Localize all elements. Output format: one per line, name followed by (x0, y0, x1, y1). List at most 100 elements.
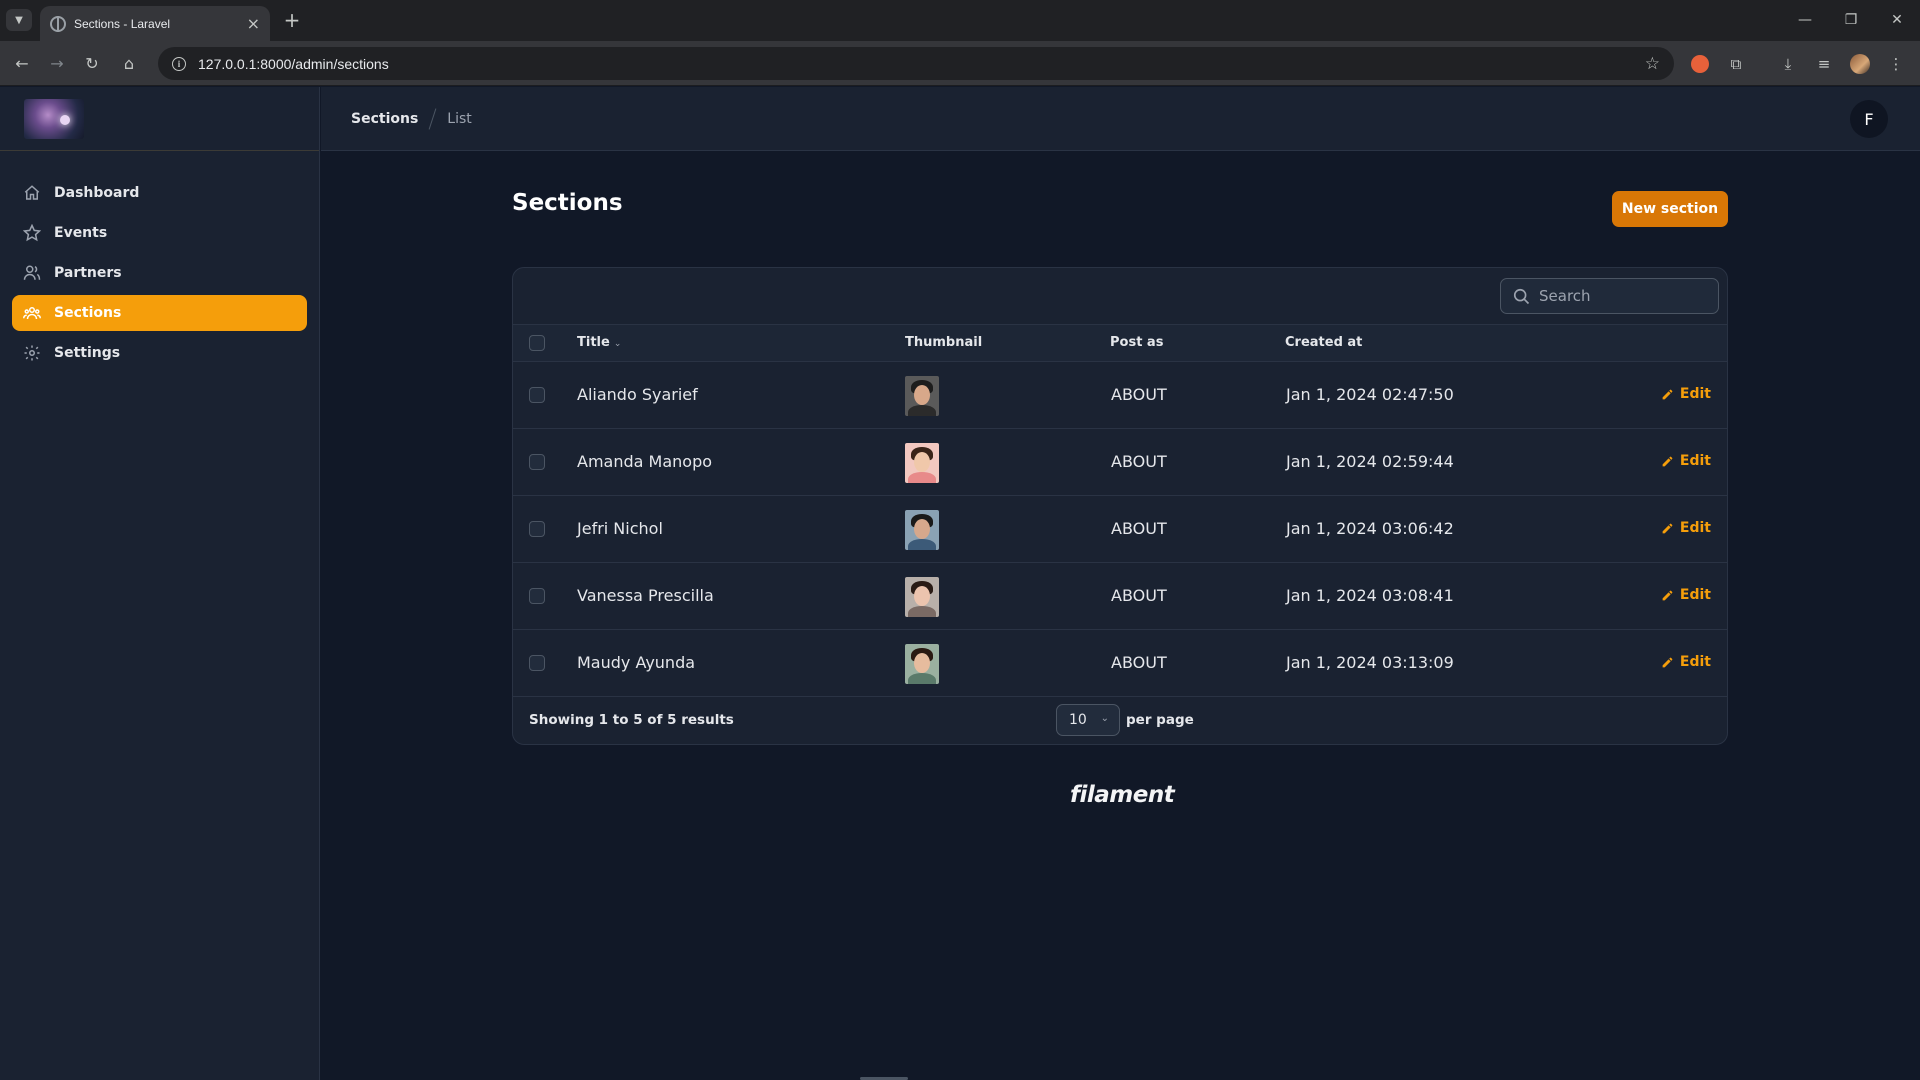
column-header-label: Title (577, 335, 610, 350)
sidebar-item-label: Events (54, 225, 108, 241)
row-created-at: Jan 1, 2024 03:08:41 (1286, 586, 1454, 605)
edit-label: Edit (1679, 654, 1711, 670)
row-created-at: Jan 1, 2024 02:47:50 (1286, 385, 1454, 404)
brand (0, 87, 319, 151)
edit-button[interactable]: Edit (1661, 453, 1711, 469)
new-section-button[interactable]: New section (1612, 191, 1728, 227)
home-icon[interactable]: ⌂ (117, 51, 141, 75)
row-created-at: Jan 1, 2024 02:59:44 (1286, 452, 1454, 471)
row-checkbox[interactable] (529, 588, 545, 604)
minimize-icon[interactable]: — (1792, 8, 1818, 32)
extension-red-icon[interactable] (1688, 52, 1712, 76)
edit-button[interactable]: Edit (1661, 654, 1711, 670)
home-icon (22, 183, 42, 203)
edit-label: Edit (1679, 520, 1711, 536)
download-icon[interactable]: ⤓ (1776, 52, 1800, 76)
sidebar-nav: Dashboard Events Partners Sections Setti… (0, 151, 319, 399)
extensions-puzzle-icon[interactable]: ⧉ (1724, 52, 1748, 76)
profile-avatar-icon[interactable] (1848, 52, 1872, 76)
table-row[interactable]: Maudy Ayunda ABOUT Jan 1, 2024 03:13:09 … (513, 630, 1727, 697)
edit-label: Edit (1679, 386, 1711, 402)
sidebar-item-label: Settings (54, 345, 121, 361)
sidebar-item-sections[interactable]: Sections (12, 295, 307, 331)
user-group-icon (22, 303, 42, 323)
column-header-post-as: Post as (1110, 335, 1164, 350)
users-icon (22, 263, 42, 283)
row-checkbox[interactable] (529, 521, 545, 537)
edit-label: Edit (1679, 587, 1711, 603)
row-thumbnail (905, 443, 939, 483)
browser-menu-icon[interactable]: ⋮ (1884, 52, 1908, 76)
table-row[interactable]: Vanessa Prescilla ABOUT Jan 1, 2024 03:0… (513, 563, 1727, 630)
brand-logo[interactable] (24, 98, 84, 139)
breadcrumb-sections[interactable]: Sections (351, 111, 418, 127)
row-thumbnail (905, 510, 939, 550)
table-row[interactable]: Jefri Nichol ABOUT Jan 1, 2024 03:06:42 … (513, 496, 1727, 563)
column-header-title[interactable]: Title ⌄ (577, 335, 621, 350)
pencil-icon (1662, 657, 1673, 667)
edit-button[interactable]: Edit (1661, 587, 1711, 603)
pencil-icon (1662, 389, 1673, 399)
tab-search-button[interactable]: ▼ (6, 9, 32, 31)
reload-icon[interactable]: ↻ (80, 51, 104, 75)
row-post-as: ABOUT (1111, 385, 1167, 404)
sidebar-item-dashboard[interactable]: Dashboard (12, 175, 307, 211)
chevron-down-icon: ⌄ (1100, 713, 1109, 724)
user-avatar[interactable]: F (1850, 100, 1888, 138)
row-checkbox[interactable] (529, 454, 545, 470)
edit-button[interactable]: Edit (1661, 386, 1711, 402)
row-title: Amanda Manopo (577, 452, 713, 471)
row-title: Aliando Syarief (577, 385, 698, 404)
row-post-as: ABOUT (1111, 452, 1167, 471)
browser-tab[interactable]: Sections - Laravel × (40, 6, 270, 41)
browser-toolbar: ← → ↻ ⌂ i 127.0.0.1:8000/admin/sections … (0, 41, 1920, 86)
restore-icon[interactable]: ❐ (1838, 8, 1864, 32)
address-bar[interactable]: i 127.0.0.1:8000/admin/sections ☆ (158, 47, 1674, 80)
row-thumbnail (905, 376, 939, 416)
back-icon[interactable]: ← (10, 51, 34, 75)
table-header: Title ⌄ Thumbnail Post as Created at (513, 325, 1727, 362)
gear-icon (22, 343, 42, 363)
per-page-select[interactable]: 10 ⌄ (1056, 704, 1120, 736)
new-tab-button[interactable]: + (280, 8, 304, 32)
media-control-icon[interactable]: ≡ (1812, 52, 1836, 76)
row-title: Jefri Nichol (577, 519, 663, 538)
close-icon[interactable]: × (247, 15, 260, 32)
footer-brand: filament (1070, 782, 1175, 808)
url-text[interactable]: 127.0.0.1:8000/admin/sections (198, 56, 1645, 72)
edit-button[interactable]: Edit (1661, 520, 1711, 536)
row-post-as: ABOUT (1111, 519, 1167, 538)
sidebar-item-settings[interactable]: Settings (12, 335, 307, 371)
search-input[interactable] (1539, 287, 1699, 305)
sidebar-item-events[interactable]: Events (12, 215, 307, 251)
row-thumbnail (905, 577, 939, 617)
select-all-checkbox[interactable] (529, 335, 545, 351)
sections-table: Title⌄ Thumbnail Post as Created at Alia… (512, 267, 1728, 745)
topbar: Sections List F (321, 87, 1920, 151)
site-info-icon[interactable]: i (172, 56, 186, 71)
edit-label: Edit (1679, 453, 1711, 469)
bookmark-star-icon[interactable]: ☆ (1645, 54, 1660, 74)
sidebar-item-partners[interactable]: Partners (12, 255, 307, 291)
column-header-created-at: Created at (1285, 335, 1363, 350)
row-post-as: ABOUT (1111, 653, 1167, 672)
row-title: Vanessa Prescilla (577, 586, 714, 605)
row-created-at: Jan 1, 2024 03:13:09 (1286, 653, 1454, 672)
forward-icon[interactable]: → (45, 51, 69, 75)
breadcrumb-list: List (447, 110, 472, 127)
row-checkbox[interactable] (529, 387, 545, 403)
per-page-label: per page (1126, 712, 1194, 728)
page-title: Sections (512, 190, 623, 216)
search-field[interactable] (1500, 278, 1719, 314)
table-toolbar (513, 268, 1727, 325)
pencil-icon (1662, 456, 1673, 466)
table-footer: Showing 1 to 5 of 5 results 10 ⌄ per pag… (513, 697, 1727, 744)
table-row[interactable]: Aliando Syarief ABOUT Jan 1, 2024 02:47:… (513, 362, 1727, 429)
window-close-icon[interactable]: ✕ (1884, 8, 1910, 32)
table-row[interactable]: Amanda Manopo ABOUT Jan 1, 2024 02:59:44… (513, 429, 1727, 496)
search-icon (1513, 288, 1530, 305)
sidebar-item-label: Partners (54, 265, 122, 281)
row-checkbox[interactable] (529, 655, 545, 671)
row-created-at: Jan 1, 2024 03:06:42 (1286, 519, 1454, 538)
column-header-thumbnail: Thumbnail (905, 335, 983, 350)
